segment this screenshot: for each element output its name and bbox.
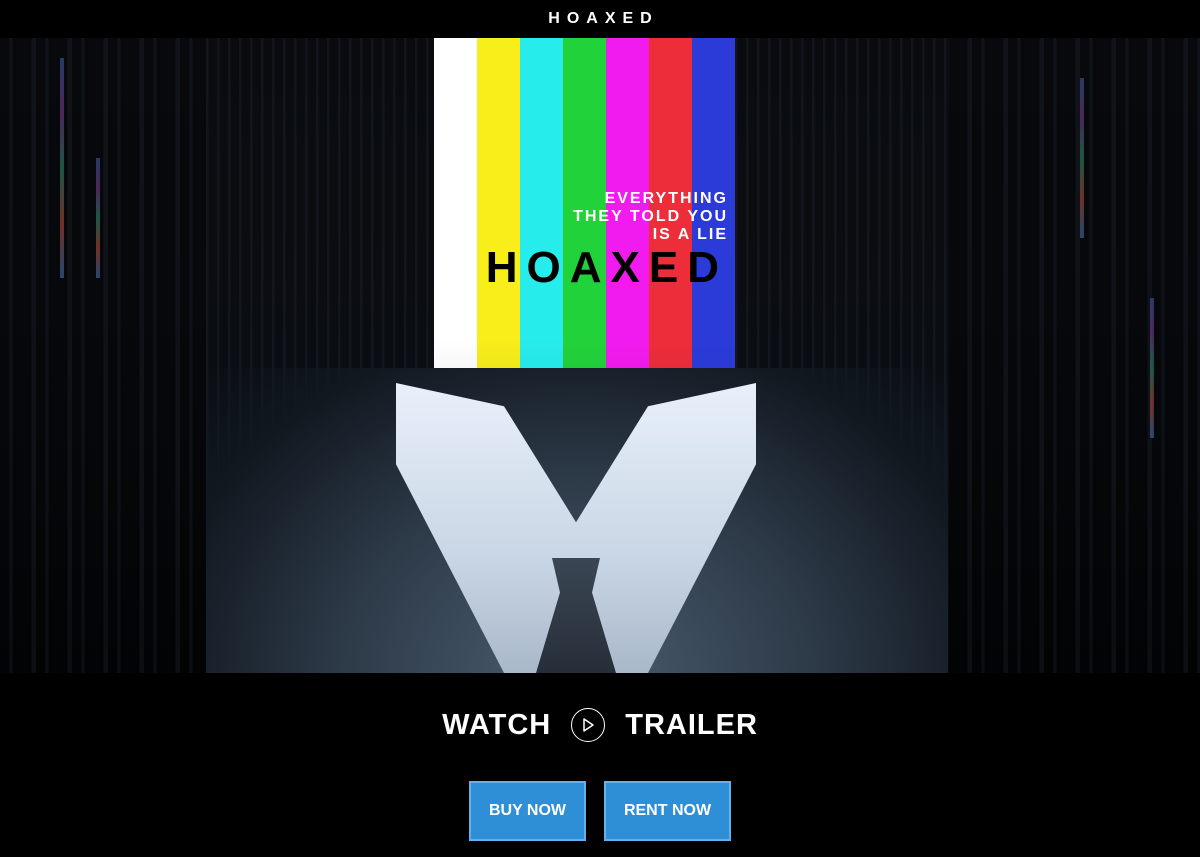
glitch-stripe [96,158,100,278]
purchase-buttons: BUY NOW RENT NOW [0,781,1200,841]
watch-trailer[interactable]: WATCH TRAILER [0,700,1200,750]
trailer-label: TRAILER [625,708,758,741]
poster-title: HOAXED [485,243,728,292]
tagline-line: THEY TOLD YOU [573,208,728,225]
movie-poster[interactable] [206,38,948,673]
rent-now-button[interactable]: RENT NOW [604,781,731,841]
buy-now-button[interactable]: BUY NOW [469,781,586,841]
play-icon[interactable] [571,708,606,742]
glitch-stripe [1150,298,1154,438]
site-title-link[interactable]: HOAXED [541,10,658,28]
tagline-line: EVERYTHING [604,190,728,207]
glitch-stripe [1080,78,1084,238]
play-triangle-icon [583,718,594,732]
poster-tagline: EVERYTHING THEY TOLD YOU IS A LIE [206,190,728,244]
site-header: HOAXED [0,0,1200,38]
tagline-line: IS A LIE [652,226,728,243]
hero-banner: EVERYTHING THEY TOLD YOU IS A LIE HOAXED [0,38,1200,673]
watch-label: WATCH [442,708,552,741]
glitch-stripe [60,58,64,278]
